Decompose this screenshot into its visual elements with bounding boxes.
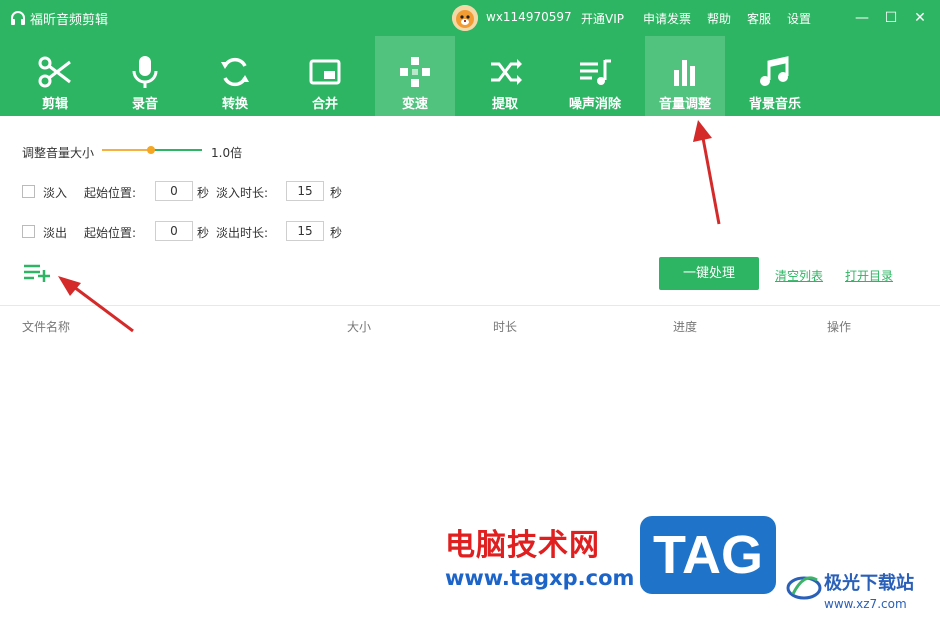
clear-list-link[interactable]: 清空列表	[775, 267, 823, 284]
tab-merge[interactable]: 合并	[285, 36, 365, 116]
app-title: 福昕音频剪辑	[30, 13, 109, 28]
close-button[interactable]: ✕	[910, 8, 930, 28]
divider	[0, 305, 940, 306]
volume-label: 调整音量大小	[22, 146, 95, 160]
tab-volume-adjust[interactable]: 音量调整	[645, 36, 725, 116]
volume-slider[interactable]	[102, 146, 202, 154]
tab-label: 合并	[311, 97, 338, 112]
fade-in-duration-label: 淡入时长:	[216, 186, 269, 200]
volume-value: 1.0倍	[211, 146, 243, 160]
help-link[interactable]: 帮助	[707, 10, 731, 27]
bar-chart-icon	[674, 60, 695, 86]
customer-service-link[interactable]: 客服	[747, 10, 771, 27]
shuffle-icon	[491, 59, 522, 85]
settings-link[interactable]: 设置	[787, 10, 811, 27]
watermark-url: www.tagxp.com	[445, 566, 635, 590]
seconds-unit: 秒	[197, 186, 210, 200]
fade-in-start-label: 起始位置:	[84, 186, 137, 200]
fade-in-start-input[interactable]: 0	[155, 181, 193, 201]
column-progress: 进度	[673, 320, 698, 334]
open-vip-link[interactable]: 开通VIP	[581, 10, 624, 27]
arrow-to-volume-tab	[693, 120, 721, 225]
tab-convert[interactable]: 转换	[195, 36, 275, 116]
user-avatar[interactable]	[452, 5, 478, 31]
music-note-icon	[760, 56, 789, 86]
process-button[interactable]: 一键处理	[659, 257, 759, 290]
slider-track-right	[151, 149, 202, 151]
tab-label: 转换	[221, 97, 248, 112]
tab-label: 噪声消除	[568, 97, 621, 112]
minimize-button[interactable]: —	[852, 8, 872, 28]
watermark-cn-text: 电脑技术网	[445, 528, 600, 563]
aurora-logo-icon	[786, 576, 822, 600]
tab-noise-removal[interactable]: 噪声消除	[555, 36, 635, 116]
fade-out-duration-input[interactable]: 15	[286, 221, 324, 241]
seconds-unit: 秒	[330, 186, 343, 200]
tab-record[interactable]: 录音	[105, 36, 185, 116]
title-bar: 福昕音频剪辑 wx114970597 开通VIP 申请发票 帮助 客服 设置 —…	[0, 0, 940, 36]
fade-out-label: 淡出	[43, 226, 68, 240]
open-directory-link[interactable]: 打开目录	[845, 267, 893, 284]
tab-extract[interactable]: 提取	[465, 36, 545, 116]
headphones-icon	[11, 11, 25, 25]
column-actions: 操作	[827, 320, 852, 334]
tiger-avatar-icon	[452, 5, 478, 31]
username[interactable]: wx114970597	[486, 10, 572, 24]
tab-cut[interactable]: 剪辑	[15, 36, 95, 116]
tab-label: 音量调整	[658, 97, 711, 112]
watermark-site-url: www.xz7.com	[824, 597, 907, 611]
fade-in-checkbox[interactable]	[22, 185, 35, 198]
tab-label: 剪辑	[41, 97, 68, 112]
tab-background-music[interactable]: 背景音乐	[735, 36, 815, 116]
fade-out-checkbox[interactable]	[22, 225, 35, 238]
fade-out-duration-label: 淡出时长:	[216, 226, 269, 240]
watermark-tag-logo: TAG	[640, 516, 776, 594]
microphone-icon	[132, 56, 158, 88]
column-duration: 时长	[493, 320, 518, 334]
column-size: 大小	[347, 320, 372, 334]
maximize-button[interactable]: ☐	[881, 8, 901, 28]
slider-knob[interactable]	[147, 146, 155, 154]
playlist-music-icon	[580, 59, 611, 85]
header-bar: 福昕音频剪辑 wx114970597 开通VIP 申请发票 帮助 客服 设置 —…	[0, 0, 940, 116]
scissors-icon	[38, 56, 71, 88]
fade-out-start-input[interactable]: 0	[155, 221, 193, 241]
refresh-icon	[221, 57, 249, 87]
tab-label: 录音	[131, 97, 158, 112]
apply-invoice-link[interactable]: 申请发票	[643, 10, 691, 27]
tab-speed[interactable]: 变速	[375, 36, 455, 116]
tab-label: 背景音乐	[748, 97, 801, 112]
watermark-site-name: 极光下载站	[824, 573, 914, 594]
fade-out-start-label: 起始位置:	[84, 226, 137, 240]
tab-label: 变速	[401, 97, 428, 112]
fade-in-label: 淡入	[43, 186, 68, 200]
tab-label: 提取	[491, 97, 518, 112]
seconds-unit: 秒	[197, 226, 210, 240]
gamepad-icon	[400, 57, 430, 87]
add-files-icon[interactable]	[24, 263, 52, 283]
column-file-name: 文件名称	[22, 320, 71, 334]
seconds-unit: 秒	[330, 226, 343, 240]
fade-in-duration-input[interactable]: 15	[286, 181, 324, 201]
slider-track-left	[102, 149, 151, 151]
merge-icon	[309, 59, 341, 85]
